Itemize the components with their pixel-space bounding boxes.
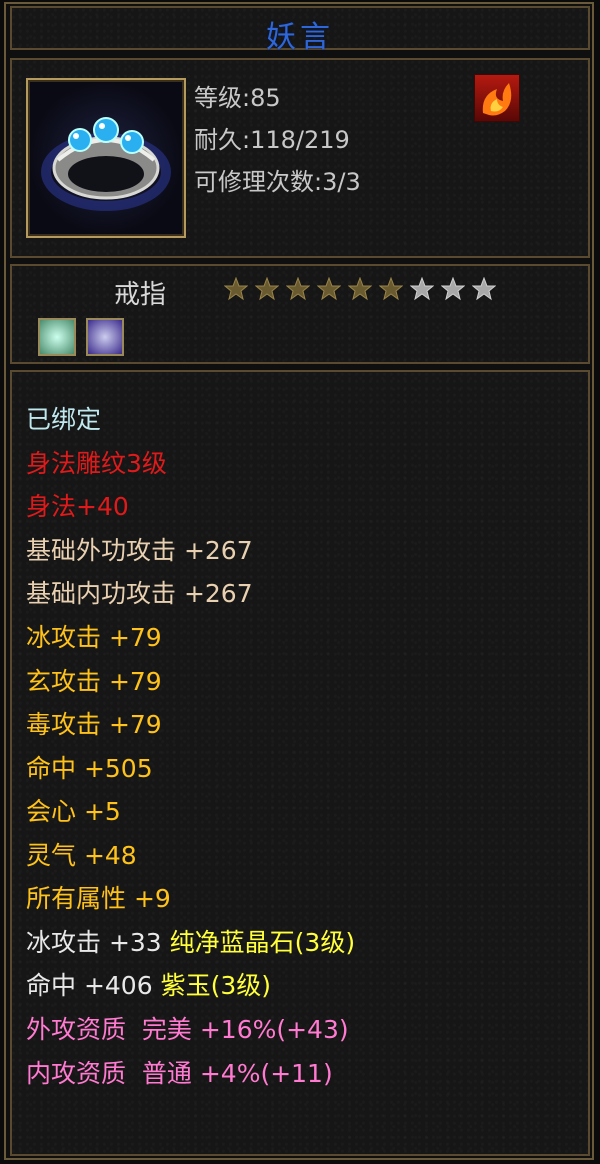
- external-aptitude: 外攻资质 完美 +16%(+43): [26, 1015, 349, 1044]
- ice-attack-stat: 冰攻击 +79: [26, 623, 162, 652]
- item-type: 戒指: [114, 280, 167, 310]
- gem1-line: 冰攻击 +33 纯净蓝晶石(3级): [26, 923, 355, 959]
- star-filled-icon: [379, 277, 403, 301]
- item-level: 等级:85: [194, 84, 281, 112]
- star-filled-icon: [224, 277, 248, 301]
- star-filled-icon: [286, 277, 310, 301]
- agility-stat: 身法+40: [26, 492, 129, 521]
- title-panel: 妖言: [10, 6, 590, 55]
- gem2-stat: 命中 +406: [26, 971, 161, 1000]
- poison-attack-stat: 毒攻击 +79: [26, 710, 162, 739]
- stats-panel: 已绑定 身法雕纹3级 身法+40 基础外功攻击 +267 基础内功攻击 +267…: [10, 370, 590, 1156]
- spirit-stat: 灵气 +48: [26, 841, 137, 870]
- star-filled-icon: [348, 277, 372, 301]
- gem2-line: 命中 +406 紫玉(3级): [26, 966, 271, 1002]
- internal-attack-stat: 基础内功攻击 +267: [26, 579, 253, 608]
- item-name: 妖言: [266, 20, 334, 55]
- item-repairs: 可修理次数:3/3: [194, 168, 361, 196]
- silver-ring-blue-gems-icon: [26, 78, 186, 238]
- bound-status: 已绑定: [26, 405, 102, 434]
- star-filled-icon: [255, 277, 279, 301]
- hit-stat: 命中 +505: [26, 754, 153, 783]
- gem1-stat: 冰攻击 +33: [26, 928, 170, 957]
- all-attributes-stat: 所有属性 +9: [26, 884, 171, 913]
- engraving-stat: 身法雕纹3级: [26, 449, 167, 478]
- star-empty-icon: [410, 277, 434, 301]
- internal-aptitude: 内攻资质 普通 +4%(+11): [26, 1059, 333, 1088]
- star-empty-icon: [441, 277, 465, 301]
- gem1-name: 纯净蓝晶石(3级): [169, 928, 356, 957]
- gem2-name: 紫玉(3级): [160, 971, 271, 1000]
- star-filled-icon: [317, 277, 341, 301]
- jade-gem-icon[interactable]: [38, 318, 76, 356]
- type-panel: 戒指: [10, 264, 590, 364]
- item-durability: 耐久:118/219: [194, 126, 350, 154]
- purple-gem-icon[interactable]: [86, 318, 124, 356]
- crit-stat: 会心 +5: [26, 797, 121, 826]
- info-panel: 等级:85 耐久:118/219 可修理次数:3/3: [10, 58, 590, 258]
- fire-element-icon: [474, 74, 520, 122]
- star-empty-icon: [472, 277, 496, 301]
- external-attack-stat: 基础外功攻击 +267: [26, 536, 253, 565]
- mystic-attack-stat: 玄攻击 +79: [26, 667, 162, 696]
